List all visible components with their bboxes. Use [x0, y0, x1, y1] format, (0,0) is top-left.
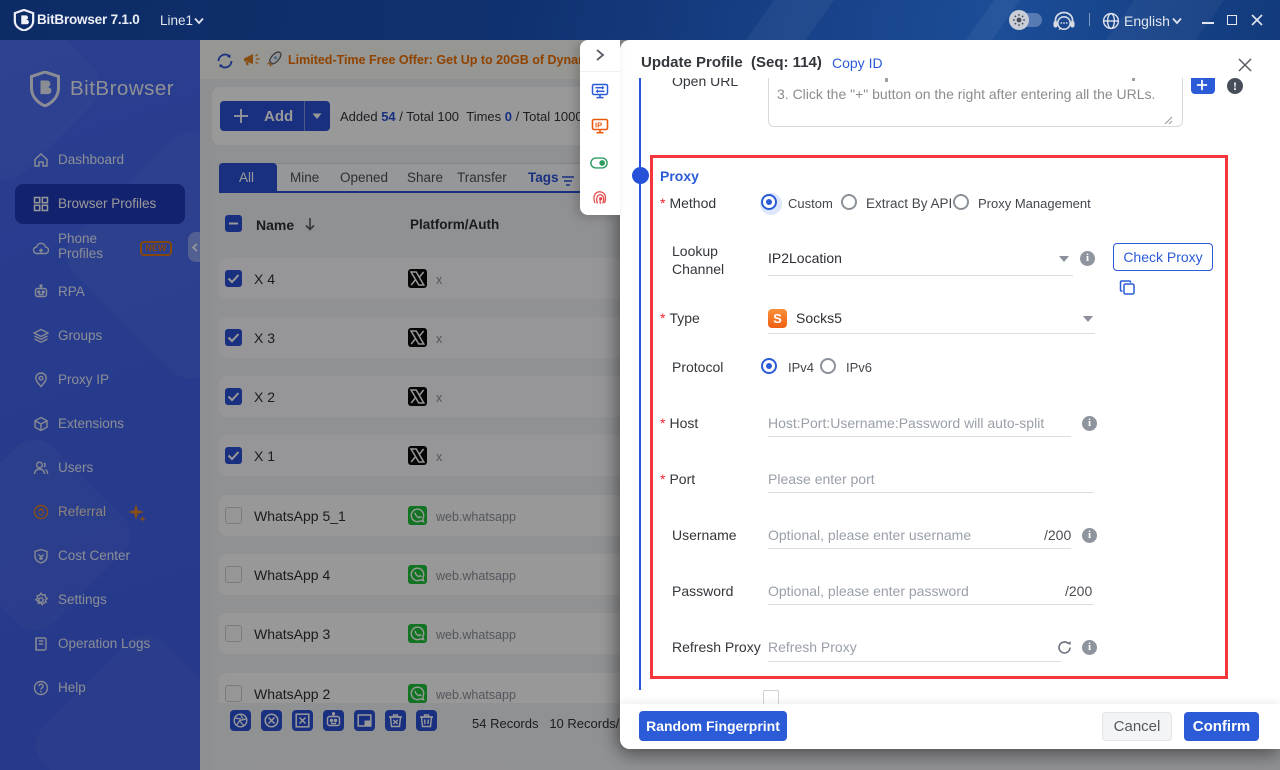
svg-text:IP: IP	[595, 121, 602, 130]
